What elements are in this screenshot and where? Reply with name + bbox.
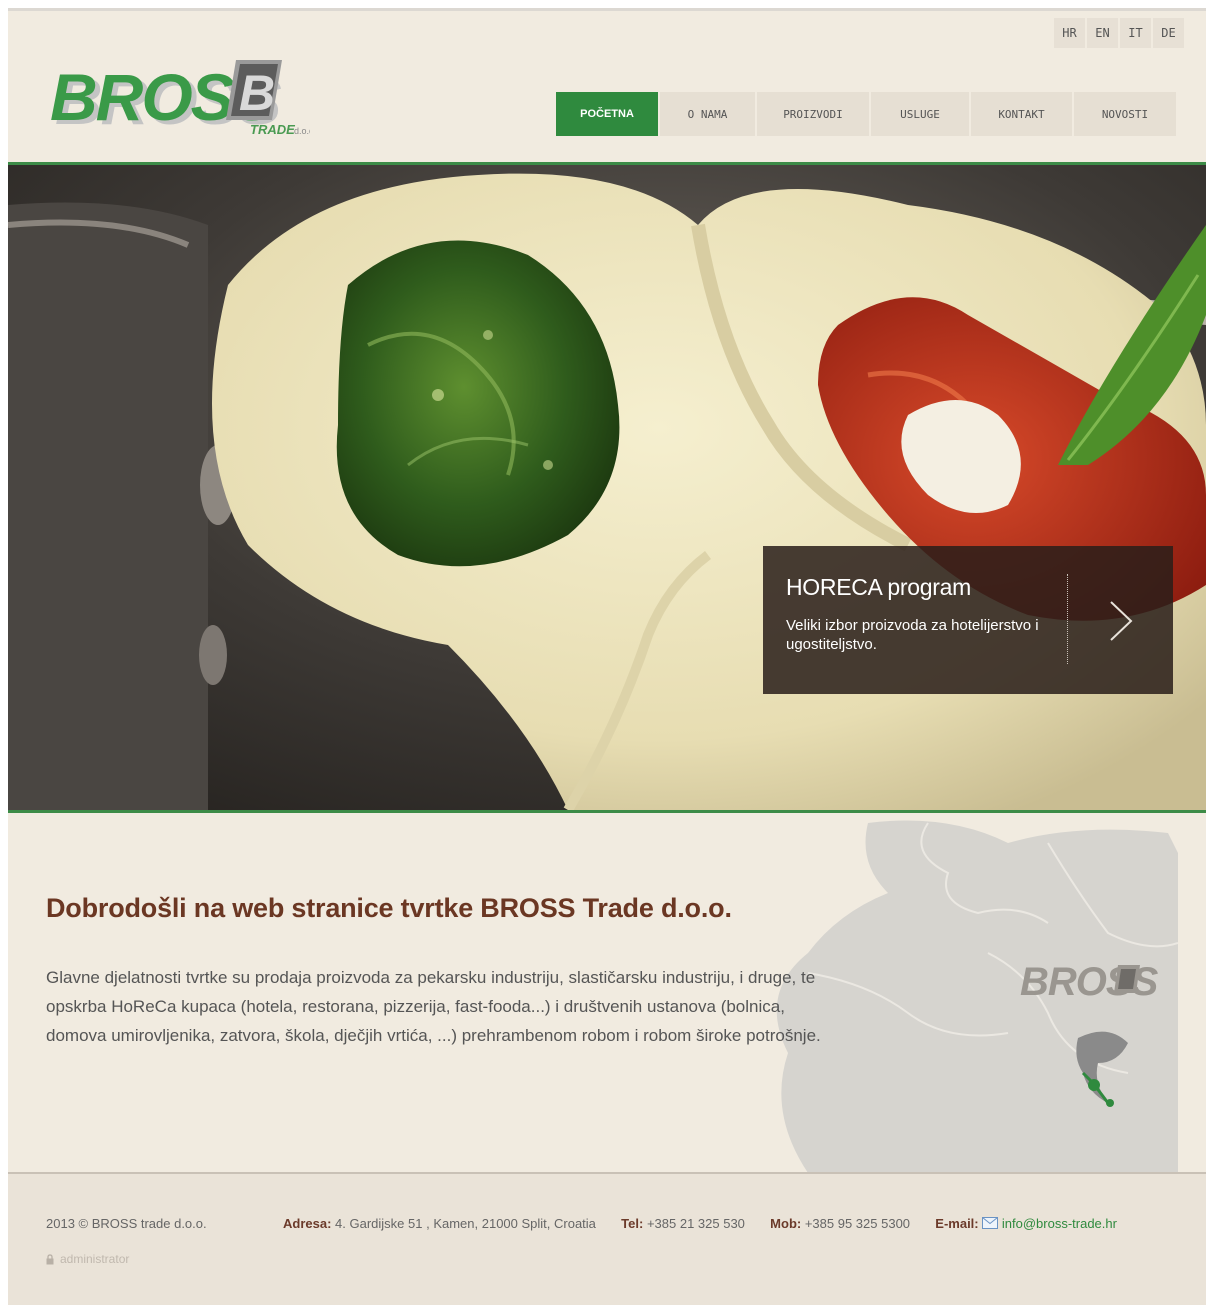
mail-icon [982, 1217, 999, 1229]
nav-novosti[interactable]: NOVOSTI [1074, 92, 1176, 136]
nav-kontakt[interactable]: KONTAKT [971, 92, 1072, 136]
address-value: 4. Gardijske 51 , Kamen, 21000 Split, Cr… [335, 1216, 596, 1231]
nav-proizvodi[interactable]: PROIZVODI [757, 92, 869, 136]
chevron-right-icon [1110, 601, 1133, 641]
top-border [8, 8, 1206, 11]
slide-next-button[interactable] [1095, 586, 1149, 656]
hero-image [8, 165, 1206, 810]
nav-pocetna[interactable]: POČETNA [556, 92, 658, 136]
slide-caption: HORECA program Veliki izbor proizvoda za… [763, 546, 1173, 694]
caption-divider [1067, 574, 1068, 664]
map-marker-split [1088, 1079, 1100, 1091]
lang-de[interactable]: DE [1153, 18, 1184, 48]
main-nav: POČETNA O NAMA PROIZVODI USLUGE KONTAKT … [556, 92, 1176, 136]
logo-suffix: d.o.o [294, 126, 310, 136]
mob-value[interactable]: +385 95 325 5300 [805, 1216, 910, 1231]
logo[interactable]: BROSS BROSS B TRADE d.o.o [50, 48, 314, 138]
address-label: Adresa: [283, 1216, 332, 1231]
nav-o-nama[interactable]: O NAMA [660, 92, 755, 136]
copyright: 2013 © BROSS trade d.o.o. [46, 1216, 207, 1231]
page: BROSS BROSS B TRADE d.o.o HR EN IT DE PO… [8, 8, 1206, 1305]
admin-label: administrator [60, 1252, 130, 1266]
map-marker-secondary [1106, 1099, 1114, 1107]
lang-it[interactable]: IT [1120, 18, 1151, 48]
nav-usluge[interactable]: USLUGE [871, 92, 969, 136]
lock-icon [46, 1253, 54, 1264]
slide-text: Veliki izbor proizvoda za hotelijerstvo … [786, 617, 1039, 653]
tel-value[interactable]: +385 21 325 530 [647, 1216, 745, 1231]
lang-en[interactable]: EN [1087, 18, 1118, 48]
email-label: E-mail: [935, 1216, 979, 1231]
language-switcher: HR EN IT DE [1054, 18, 1184, 48]
hero-slider: HORECA program Veliki izbor proizvoda za… [8, 165, 1206, 810]
tel-label: Tel: [621, 1216, 644, 1231]
logo-mark-letter: B [239, 65, 275, 121]
welcome-title: Dobrodošli na web stranice tvrtke BROSS … [46, 893, 732, 923]
mob-label: Mob: [770, 1216, 802, 1231]
footer: 2013 © BROSS trade d.o.o. administrator … [8, 1172, 1206, 1305]
admin-link[interactable]: administrator [46, 1252, 129, 1266]
slide-title: HORECA program [786, 574, 971, 600]
lang-hr[interactable]: HR [1054, 18, 1085, 48]
contact-info: Adresa: 4. Gardijske 51 , Kamen, 21000 S… [283, 1216, 1117, 1231]
welcome-text: Glavne djelatnosti tvrtke su prodaja pro… [46, 968, 821, 1045]
email-link[interactable]: info@bross-trade.hr [1002, 1216, 1117, 1231]
logo-sub: TRADE [250, 122, 295, 137]
